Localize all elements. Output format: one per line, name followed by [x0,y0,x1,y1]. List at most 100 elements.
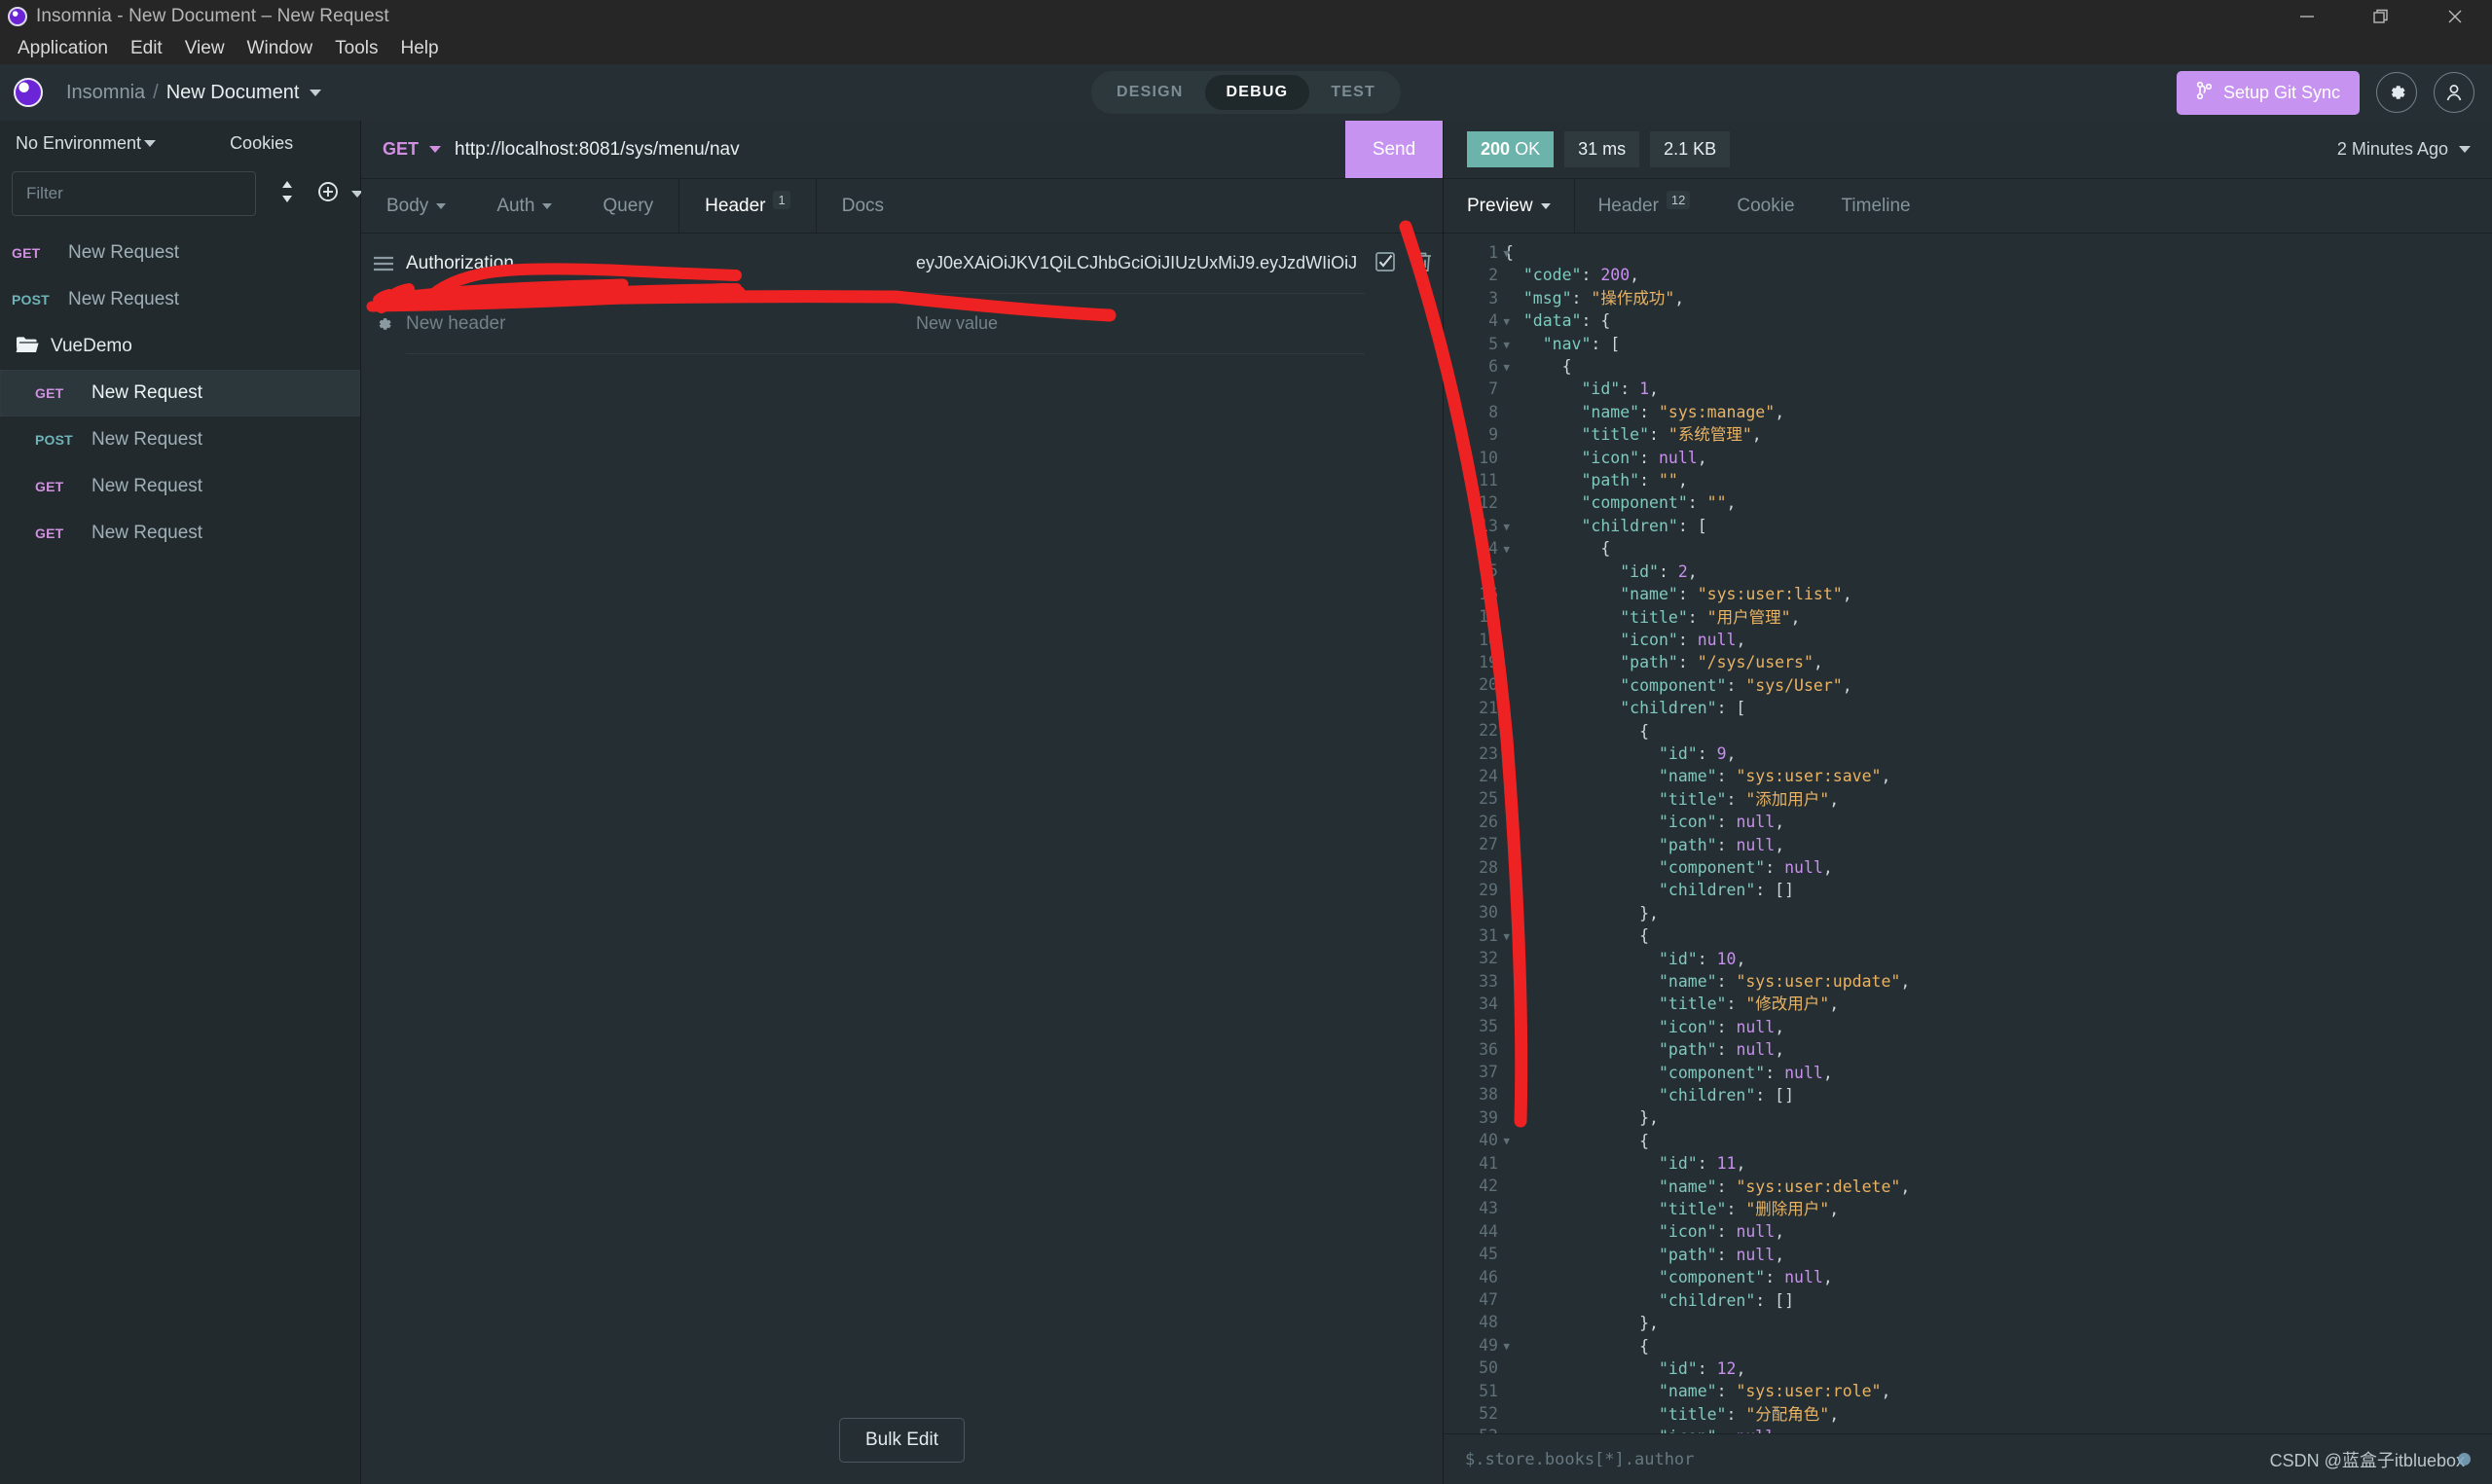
sidebar-folder-vuedemo[interactable]: VueDemo [0,323,360,370]
tab-timeline[interactable]: Timeline [1818,179,1934,233]
menu-item-application[interactable]: Application [7,34,119,63]
restore-icon[interactable] [2344,0,2418,32]
menu-item-window[interactable]: Window [237,34,324,63]
breadcrumb-workspace[interactable]: Insomnia [66,82,145,104]
tab-body[interactable]: Body [361,179,471,233]
list-item[interactable]: GET New Request [0,463,360,510]
setup-git-sync-button[interactable]: Setup Git Sync [2176,70,2360,115]
fold-toggle-icon[interactable]: ▼ [1503,698,1510,720]
tab-response-header[interactable]: Header 12 [1575,179,1714,233]
new-header-name-input[interactable]: New header [406,294,912,354]
line-number: 38 [1479,1085,1498,1104]
list-item[interactable]: GET New Request [0,370,360,416]
tab-test[interactable]: TEST [1309,75,1397,110]
code-line: "title": "分配角色", [1658,1404,1840,1424]
mode-switcher: DESIGN DEBUG TEST [1090,71,1402,114]
watermark-dot-icon [2458,1453,2471,1466]
line-number: 17 [1479,607,1498,627]
fold-toggle-icon[interactable]: ▼ [1503,720,1510,742]
menu-item-view[interactable]: View [174,34,236,63]
chevron-down-icon[interactable] [310,89,322,96]
line-number: 23 [1479,743,1498,763]
tab-timeline-label: Timeline [1841,195,1911,216]
fold-toggle-icon[interactable]: ▼ [1503,1335,1510,1357]
menu-item-tools[interactable]: Tools [324,34,388,63]
header-name-input[interactable]: Authorization [406,234,912,294]
response-filter-bar: $.store.books[*].author CSDN @蓝盒子itblueb… [1444,1433,2492,1484]
request-pane: GET http://localhost:8081/sys/menu/nav S… [361,121,1444,1484]
response-time-badge[interactable]: 31 ms [1564,131,1640,167]
gear-icon[interactable] [361,313,406,335]
chevron-down-icon [436,202,447,209]
sidebar-icon-group [256,179,367,209]
jsonpath-filter-input[interactable]: $.store.books[*].author [1465,1450,1694,1469]
http-method-selector[interactable]: GET [361,121,455,178]
code-line: "title": "用户管理", [1620,607,1801,627]
tab-design[interactable]: DESIGN [1095,75,1205,110]
request-name: New Request [92,382,203,403]
fold-toggle-icon[interactable]: ▼ [1503,242,1510,265]
list-item[interactable]: GET New Request [0,230,360,276]
tab-query[interactable]: Query [577,179,678,233]
header-value-input[interactable]: eyJ0eXAiOiJKV1QiLCJhbGciOiJIUzUxMiJ9.eyJ… [912,234,1365,294]
trash-icon[interactable] [1412,250,1434,278]
checkbox-checked-icon[interactable] [1374,250,1397,278]
code-line: }, [1504,1108,1659,1128]
drag-handle-icon[interactable] [361,255,406,272]
send-button[interactable]: Send [1345,121,1443,178]
plus-circle-icon[interactable] [316,180,340,208]
http-method-label: GET [383,139,420,159]
line-number: 44 [1479,1221,1498,1241]
tab-header[interactable]: Header 1 [678,179,817,233]
tab-docs[interactable]: Docs [817,179,909,233]
status-badge[interactable]: 200 OK [1467,131,1555,167]
line-number: 36 [1479,1039,1498,1059]
breadcrumb-document[interactable]: New Document [166,82,300,104]
code-line: "component": null, [1658,1268,1833,1287]
cookies-button[interactable]: Cookies [230,133,293,154]
code-line: { [1504,539,1611,559]
list-item[interactable]: POST New Request [0,416,360,463]
code-line: "name": "sys:user:delete", [1658,1176,1911,1196]
tab-body-label: Body [386,195,429,216]
line-number: 32 [1479,949,1498,968]
fold-toggle-icon[interactable]: ▼ [1503,925,1510,948]
tab-debug[interactable]: DEBUG [1204,75,1310,110]
tab-auth[interactable]: Auth [471,179,577,233]
menu-item-edit[interactable]: Edit [120,34,173,63]
fold-toggle-icon[interactable]: ▼ [1503,1130,1510,1152]
minimize-icon[interactable] [2270,0,2344,32]
url-input[interactable]: http://localhost:8081/sys/menu/nav [455,121,1345,178]
fold-toggle-icon[interactable]: ▼ [1503,538,1510,561]
new-header-value-input[interactable]: New value [912,294,1365,354]
tab-preview[interactable]: Preview [1444,179,1575,233]
response-history-dropdown[interactable]: 2 Minutes Ago [2337,139,2471,160]
fold-toggle-icon[interactable]: ▼ [1503,356,1510,379]
tab-cookie[interactable]: Cookie [1713,179,1817,233]
bulk-edit-button[interactable]: Bulk Edit [839,1418,965,1463]
request-method: POST [12,292,50,308]
response-size-badge[interactable]: 2.1 KB [1650,131,1731,167]
list-item[interactable]: GET New Request [0,510,360,557]
code-line: { [1504,243,1514,262]
environment-selector[interactable]: No Environment [16,133,157,154]
gear-icon[interactable] [2376,72,2417,113]
menu-item-help[interactable]: Help [389,34,449,63]
fold-toggle-icon[interactable]: ▼ [1503,334,1510,356]
request-name: New Request [68,242,180,263]
filter-input[interactable] [12,171,256,216]
code-line: { [1504,926,1650,946]
setup-git-sync-label: Setup Git Sync [2222,82,2340,102]
code-line: "path": null, [1658,1040,1785,1060]
close-icon[interactable] [2418,0,2492,32]
fold-toggle-icon[interactable]: ▼ [1503,516,1510,538]
breadcrumb[interactable]: Insomnia / New Document [66,82,322,104]
fold-toggle-icon[interactable]: ▼ [1503,310,1510,333]
sort-icon[interactable] [279,179,295,209]
list-item[interactable]: POST New Request [0,276,360,323]
line-number: 26 [1479,812,1498,831]
code-line: }, [1504,903,1659,923]
response-body-viewer[interactable]: 1 ▼ 2 3 4 ▼ 5 ▼ 6 ▼ 7 8 9 10 11 12 13 ▼ 14 ▼ 15 16 17 18 19 20 21 ▼… [1444,234,2492,1433]
line-number: 41 [1479,1153,1498,1173]
account-icon[interactable] [2434,72,2474,113]
